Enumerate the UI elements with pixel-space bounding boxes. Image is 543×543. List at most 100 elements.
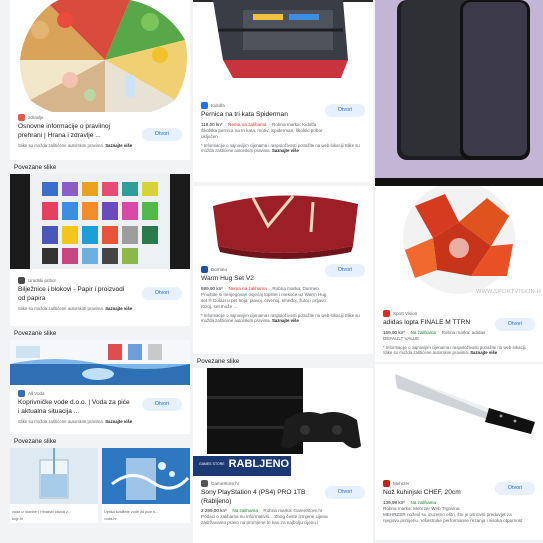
- open-button[interactable]: Otvori: [142, 287, 182, 300]
- stock-status: Na zalihama: [410, 329, 437, 335]
- brand: Robna marka: GameStore.hr: [263, 508, 323, 514]
- stock-status: Nema na zalihama: [228, 121, 267, 127]
- open-button[interactable]: Otvori: [325, 264, 365, 277]
- source-line: zdravlje: [10, 112, 190, 121]
- brand: Robna marka: Dormeo: [272, 285, 319, 291]
- related-images-label: Povezane slike: [193, 354, 373, 368]
- results-column-2: Kidolfa Pernica na tri kata Spiderman Ot…: [193, 0, 373, 543]
- ps4-banner: GAMES STORE RABLJENO: [199, 458, 289, 470]
- price-info-note: * Informacije o najnovijim cijenama i ra…: [375, 342, 543, 357]
- learn-more-link[interactable]: Saznajte više: [105, 143, 132, 148]
- source-name: Uradski pribor: [28, 278, 57, 283]
- ps4-image[interactable]: GAMES STORE RABLJENO: [193, 368, 373, 476]
- banner-small-text: GAMES STORE: [199, 462, 225, 466]
- source-favicon-icon: [18, 114, 25, 121]
- learn-more-link[interactable]: Saznajte više: [272, 318, 299, 323]
- results-column-1: zdravlje Osnovne informacije o pravilnoj…: [10, 0, 190, 543]
- related-caption: voda iz slavine | Hrvatski zavod z...: [12, 510, 72, 514]
- price-info-note: * Informacije o najnovijim cijenama i ra…: [193, 140, 373, 155]
- copyright-note: Slike su možda zaštićene autorskim pravi…: [10, 303, 190, 312]
- stock-status: Nema na zalihama: [228, 285, 267, 291]
- learn-more-link[interactable]: Saznajte više: [105, 306, 132, 311]
- copyright-text: Slike su možda zaštićene autorskim pravi…: [18, 306, 104, 312]
- info-note-tail: Slike su možda zaštićene autorskim pravi…: [383, 350, 469, 356]
- info-note-text: * Informacije o najnovijim cijenama i ra…: [201, 142, 344, 148]
- related-images-label: Povezane slike: [10, 160, 190, 174]
- source-favicon-icon: [201, 480, 208, 487]
- source-name: Mehrzer: [393, 481, 410, 486]
- description-line: zadržavamo pravo na promjene te kao za n…: [201, 520, 319, 526]
- open-button[interactable]: Otvori: [325, 486, 365, 499]
- result-card-pencil-case[interactable]: Kidolfa Pernica na tri kata Spiderman Ot…: [193, 0, 373, 182]
- source-favicon-icon: [18, 277, 25, 284]
- open-button[interactable]: Otvori: [495, 318, 535, 331]
- source-favicon-icon: [18, 390, 25, 397]
- result-card-ball[interactable]: WWW.SPORTVISION.H Sport Vision adidas lo…: [375, 186, 543, 362]
- iphone-image[interactable]: [375, 0, 543, 186]
- source-name: All Voda: [28, 391, 45, 396]
- learn-more-link[interactable]: Saznajte više: [272, 148, 299, 153]
- related-images-label: Povezane slike: [10, 326, 190, 340]
- copyright-text: Slike su možda zaštićene autorskim pravi…: [18, 143, 104, 149]
- related-source: hzjz.hr: [12, 517, 24, 521]
- pencil-case-image[interactable]: [193, 0, 373, 94]
- info-note-text: * Informacije o najnovijim cijenama i ra…: [383, 344, 526, 350]
- stock-status: Na zalihama: [410, 499, 437, 505]
- source-name: GameStore.hr: [211, 481, 240, 486]
- info-note-text: * Informacije o najnovijim cijenama i ra…: [201, 312, 344, 318]
- price: 139,99 kn*: [383, 499, 405, 505]
- product-meta: 599,90 kn* · Nema na zalihama · Robna marka:…: [193, 284, 373, 310]
- source-favicon-icon: [383, 310, 390, 317]
- copyright-note: Slike su možda zaštićene autorskim pravi…: [10, 140, 190, 149]
- food-image[interactable]: [10, 0, 190, 112]
- price: 119,00 kn*: [201, 121, 223, 127]
- result-card-ps4[interactable]: GAMES STORE RABLJENO GameStore.hr Sony P…: [193, 368, 373, 543]
- result-card-knife[interactable]: Mehrzer Nož kuhinjski CHEF, 20cm Otvori …: [375, 364, 543, 540]
- product-meta: 139,99 kn* · Na zalihama Robna marka: Mehr…: [375, 498, 543, 524]
- result-card-water[interactable]: All Voda Koprivničke vode d.o.o. | Voda …: [10, 340, 190, 434]
- price-info-note: * Informacije o najnovijim cijenama i ra…: [193, 310, 373, 325]
- result-card-notebooks[interactable]: Uradski pribor Bilježnice i blokovi - Pa…: [10, 174, 190, 326]
- related-image-tap-water[interactable]: voda iz slavine | Hrvatski zavod z... hz…: [10, 448, 98, 523]
- banner-big-text: RABLJENO: [228, 458, 290, 470]
- stock-status: Na zalihama: [232, 508, 258, 514]
- related-image-water-quality[interactable]: Uptika kvalitete vode za piće s... voda.…: [102, 448, 190, 523]
- open-button[interactable]: Otvori: [142, 128, 182, 141]
- source-name: Sport Vision: [393, 311, 418, 316]
- related-caption: Uptika kvalitete vode za piće s...: [104, 510, 159, 514]
- notebooks-image[interactable]: [10, 174, 190, 269]
- source-line: Uradski pribor: [10, 269, 190, 284]
- price: 599,90 kn*: [201, 285, 223, 291]
- water-glass-image: [10, 448, 98, 504]
- open-button[interactable]: Otvori: [495, 482, 535, 495]
- result-card-blanket[interactable]: Dormeo Warm Hug Set V2 Otvori 599,90 kn*…: [193, 186, 373, 354]
- learn-more-link[interactable]: Saznajte više: [105, 419, 132, 424]
- water-splash-image: [102, 448, 190, 504]
- brand: Robna marka: adidas: [441, 329, 486, 335]
- learn-more-link[interactable]: Saznajte više: [470, 350, 497, 355]
- knife-image[interactable]: [375, 364, 543, 476]
- copyright-text: Slike su možda zaštićene autorskim pravi…: [18, 419, 104, 425]
- product-meta: 2.299,00 kn* · Na zalihama · Robna marka: Ga…: [193, 506, 373, 526]
- price: 2.299,00 kn*: [201, 508, 227, 514]
- open-button[interactable]: Otvori: [325, 104, 365, 117]
- source-name: Kidolfa: [211, 103, 225, 108]
- results-column-3: WWW.SPORTVISION.H Sport Vision adidas lo…: [375, 0, 543, 543]
- blanket-image[interactable]: [193, 186, 373, 262]
- copyright-note: Slike su možda zaštićene autorskim pravi…: [10, 416, 190, 425]
- source-name: zdravlje: [28, 115, 44, 120]
- description-line: njegovu primjenu. Višestruke performanse…: [383, 517, 523, 523]
- open-button[interactable]: Otvori: [142, 398, 182, 411]
- ball-image[interactable]: WWW.SPORTVISION.H: [375, 186, 543, 304]
- source-line: All Voda: [10, 385, 190, 397]
- source-name: Dormeo: [211, 267, 228, 272]
- product-meta: 119,00 kn* · Nema na zalihama · Robna marka:…: [193, 120, 373, 140]
- related-images-label: Povezane slike: [10, 434, 190, 448]
- ball-watermark: WWW.SPORTVISION.H: [476, 289, 541, 295]
- source-line: Sport Vision: [375, 304, 543, 317]
- result-card-iphone[interactable]: [375, 0, 543, 186]
- source-favicon-icon: [201, 266, 208, 273]
- water-image[interactable]: [10, 340, 190, 385]
- result-card-food[interactable]: zdravlje Osnovne informacije o pravilnoj…: [10, 0, 190, 160]
- related-images-row: voda iz slavine | Hrvatski zavod z... hz…: [10, 448, 190, 523]
